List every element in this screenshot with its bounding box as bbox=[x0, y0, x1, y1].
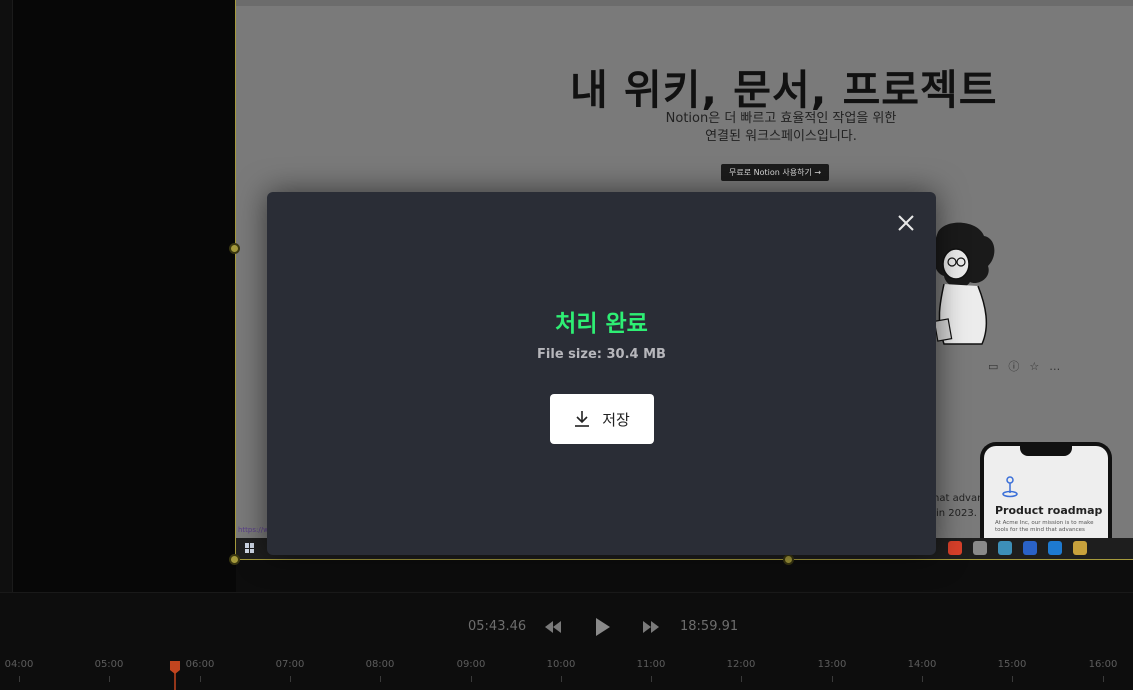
timeline-tick bbox=[200, 676, 201, 682]
close-icon[interactable] bbox=[895, 212, 917, 234]
timeline-ruler[interactable]: 04:00 05:00 06:00 07:00 08:00 09:00 10:00 11:00… bbox=[0, 653, 1133, 690]
map-pin-icon bbox=[1002, 476, 1018, 498]
phone-body-text: At Acme Inc, our mission is to make tool… bbox=[995, 520, 1094, 533]
export-complete-dialog: 처리 완료 File size: 30.4 MB 저장 bbox=[267, 192, 936, 555]
timeline-tick bbox=[380, 676, 381, 682]
preview-url-fragment: https://w bbox=[238, 526, 269, 534]
playback-controls: 05:43.46 18:59.91 04:00 05:00 06:00 07:00 08… bbox=[0, 592, 1133, 690]
preview-toolbar-icons: ▭ⓘ☆… bbox=[988, 360, 1071, 373]
taskbar-app-icon bbox=[948, 541, 962, 555]
play-icon[interactable] bbox=[594, 617, 612, 637]
timeline-tick-label: 11:00 bbox=[636, 659, 666, 670]
taskbar-app-icon bbox=[973, 541, 987, 555]
resize-handle-left[interactable] bbox=[229, 243, 240, 254]
file-size-text: File size: 30.4 MB bbox=[537, 347, 666, 362]
taskbar-app-icon bbox=[998, 541, 1012, 555]
taskbar-app-icon bbox=[1023, 541, 1037, 555]
taskbar-app-icon bbox=[1073, 541, 1087, 555]
download-icon bbox=[575, 411, 590, 427]
preview-text-fragment-1: hat advan bbox=[933, 493, 984, 504]
preview-subtitle-line-1: Notion은 더 빠르고 효율적인 작업을 위한 bbox=[665, 111, 897, 126]
timeline-tick bbox=[741, 676, 742, 682]
timeline-tick-label: 13:00 bbox=[817, 659, 847, 670]
left-panel bbox=[0, 0, 236, 592]
preview-hero-title: 내 위키, 문서, 프로젝트 bbox=[570, 66, 998, 114]
timeline-tick bbox=[832, 676, 833, 682]
preview-cta-button: 무료로 Notion 사용하기 → bbox=[721, 164, 830, 181]
timeline-tick bbox=[1103, 676, 1104, 682]
dialog-title: 처리 완료 bbox=[555, 311, 648, 337]
timeline-tick bbox=[922, 676, 923, 682]
timeline-tick-label: 10:00 bbox=[546, 659, 576, 670]
timeline-tick bbox=[471, 676, 472, 682]
timeline-tick-label: 08:00 bbox=[365, 659, 395, 670]
phone-title: Product roadmap bbox=[995, 504, 1103, 517]
timeline-tick-label: 12:00 bbox=[726, 659, 756, 670]
character-illustration bbox=[933, 222, 995, 345]
windows-start-icon bbox=[245, 543, 255, 553]
video-editor: 내 위키, 문서, 프로젝트 Notion은 더 빠르고 효율적인 작업을 위한… bbox=[0, 0, 1133, 690]
timeline-tick-label: 15:00 bbox=[997, 659, 1027, 670]
fast-forward-icon[interactable] bbox=[641, 619, 661, 635]
timeline-tick-label: 07:00 bbox=[275, 659, 305, 670]
playhead[interactable] bbox=[170, 661, 180, 690]
current-time: 05:43.46 bbox=[468, 619, 527, 634]
rewind-icon[interactable] bbox=[543, 619, 563, 635]
timeline-tick-label: 05:00 bbox=[94, 659, 124, 670]
timeline-tick bbox=[109, 676, 110, 682]
phone-notch bbox=[1020, 446, 1072, 456]
preview-hero-subtitle: Notion은 더 빠르고 효율적인 작업을 위한 연결된 워크스페이스입니다. bbox=[616, 110, 946, 146]
taskbar-app-icon bbox=[1048, 541, 1062, 555]
preview-text-fragment-2: in 2023. bbox=[936, 508, 977, 519]
preview-subtitle-line-2: 연결된 워크스페이스입니다. bbox=[705, 129, 857, 144]
timeline-tick-label: 14:00 bbox=[907, 659, 937, 670]
total-time: 18:59.91 bbox=[680, 619, 739, 634]
timeline-tick bbox=[1012, 676, 1013, 682]
taskbar-app-icons bbox=[948, 541, 1087, 555]
timeline-tick bbox=[290, 676, 291, 682]
timeline-tick bbox=[651, 676, 652, 682]
timeline-tick-label: 04:00 bbox=[4, 659, 34, 670]
left-strip bbox=[0, 0, 13, 592]
timeline-tick-label: 16:00 bbox=[1088, 659, 1118, 670]
resize-handle-bottom-left[interactable] bbox=[229, 554, 240, 565]
timeline-tick bbox=[561, 676, 562, 682]
timeline-tick-label: 06:00 bbox=[185, 659, 215, 670]
save-button[interactable]: 저장 bbox=[550, 394, 654, 444]
save-button-label: 저장 bbox=[602, 410, 630, 429]
timeline-tick bbox=[19, 676, 20, 682]
timeline-tick-label: 09:00 bbox=[456, 659, 486, 670]
browser-top-bar bbox=[236, 0, 1133, 6]
resize-handle-bottom[interactable] bbox=[783, 554, 794, 565]
